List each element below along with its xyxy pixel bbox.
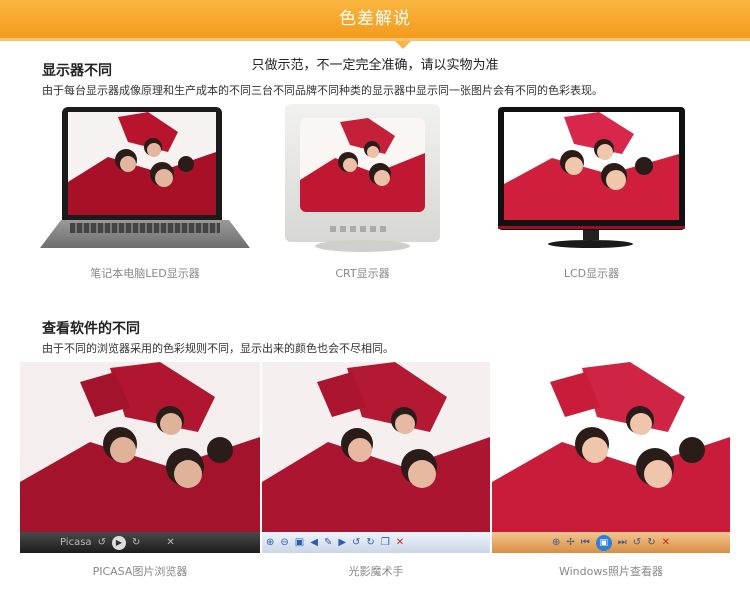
fit-icon[interactable]: ▣ [295,537,304,548]
crt-stand [315,240,410,252]
laptop-keyboard [70,223,220,233]
rotate-right-icon[interactable]: ↻ [647,537,655,548]
banner-underline [0,38,750,41]
edit-icon[interactable]: ✎ [324,537,332,548]
zoom-out-icon[interactable]: ⊖ [280,537,288,548]
section-description-software: 由于不同的浏览器采用的色彩规则不同，显示出来的颜色也会不尽相同。 [42,342,394,355]
section-description-monitors: 由于每台显示器成像原理和生产成本的不同三台不同品牌不同种类的显示器中显示同一张图… [42,84,603,97]
rotate-icon[interactable]: ↺ [633,537,641,548]
play-icon[interactable]: ▶ [111,535,126,550]
fit-icon[interactable]: ✢ [566,537,574,548]
picasa-toolbar: Picasa ↺ ▶ ↻ ✕ [20,532,260,553]
delete-icon[interactable]: ✕ [662,537,670,548]
photo-on-crt [300,118,425,212]
caption-picasa: PICASA图片浏览器 [92,565,188,578]
photo-nevercolor [262,362,490,532]
caption-laptop: 笔记本电脑LED显示器 [90,267,200,280]
disclaimer-note: 只做示范，不一定完全准确，请以实物为准 [251,58,499,73]
caption-crt: CRT显示器 [335,267,390,280]
windows-viewer-toolbar: ⊕ ✢ ⏮ ▣ ⏭ ↺ ↻ ✕ [492,532,730,553]
photo-on-lcd [504,112,679,220]
lcd-neck [583,230,599,240]
caption-nevercolor: 光影魔术手 [348,565,404,578]
photo-picasa [20,362,260,532]
photo-on-laptop [68,112,216,215]
crt-buttons [330,226,390,232]
toolbar-label: Picasa [60,536,92,548]
prev-icon[interactable]: ◀ [310,537,318,548]
prev-icon[interactable]: ⏮ [581,537,590,548]
nevercolor-toolbar: ⊕ ⊖ ▣ ◀ ✎ ▶ ↺ ↻ ❐ ✕ [262,532,490,553]
section-heading-software: 查看软件的不同 [42,321,140,337]
rotate-right-icon[interactable]: ↻ [366,537,374,548]
copy-icon[interactable]: ❐ [381,537,390,548]
caption-lcd: LCD显示器 [563,267,620,280]
page-title: 色差解说 [339,9,411,29]
rotate-icon[interactable]: ↺ [98,537,106,548]
delete-icon[interactable]: ✕ [396,537,404,548]
pointer-icon [395,41,411,49]
photo-windows-viewer [492,362,730,532]
lcd-accent-strip [498,226,685,229]
next-icon[interactable]: ⏭ [618,537,627,548]
rotate-right-icon[interactable]: ↻ [132,537,140,548]
zoom-icon[interactable]: ⊕ [266,537,274,548]
caption-windows-viewer: Windows照片查看器 [558,565,664,578]
rotate-icon[interactable]: ↺ [352,537,360,548]
next-icon[interactable]: ▶ [338,537,346,548]
lcd-stand [548,240,633,248]
section-heading-monitors: 显示器不同 [42,63,112,79]
zoom-icon[interactable]: ⊕ [552,537,560,548]
delete-icon[interactable]: ✕ [166,537,174,548]
play-icon[interactable]: ▣ [595,534,612,551]
